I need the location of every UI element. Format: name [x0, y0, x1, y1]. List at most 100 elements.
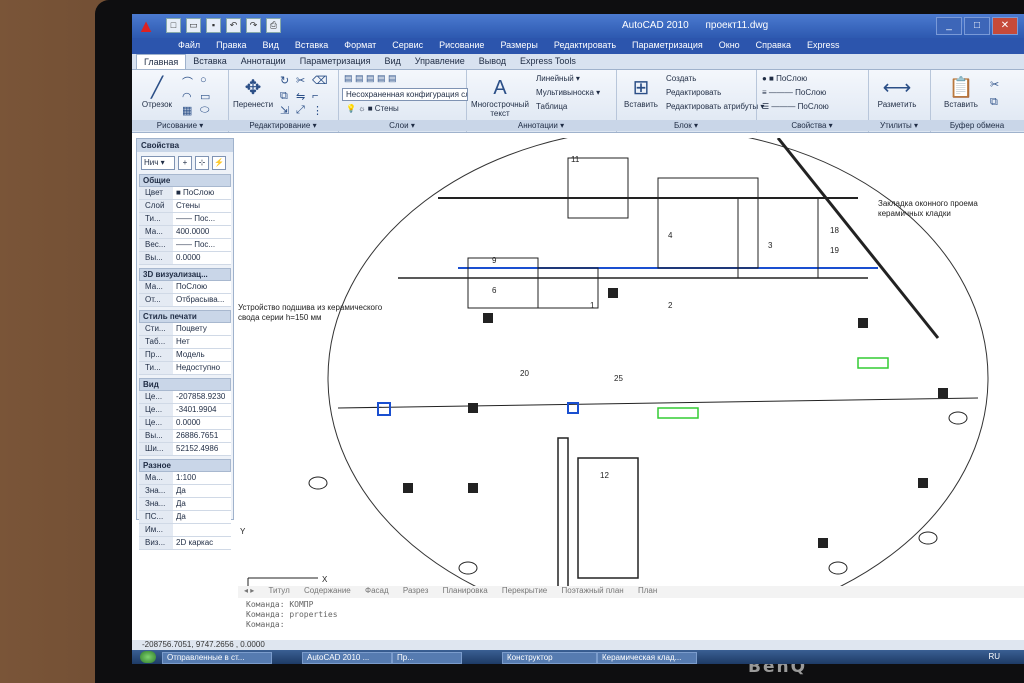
insert-block-button[interactable]: ⊞ Вставить	[618, 76, 664, 109]
cut-icon[interactable]: ✂	[990, 78, 999, 91]
layout-tab-3[interactable]: Фасад	[359, 586, 395, 595]
menu-express[interactable]: Express	[799, 38, 848, 54]
color-dropdown[interactable]: ● ■ ПоСлою	[762, 74, 807, 83]
copy-icon[interactable]: ⧉	[280, 90, 288, 103]
layer-state-dropdown[interactable]: Несохраненная конфигурация сл ▾	[342, 88, 468, 101]
property-row[interactable]: От... Отбрасыва...	[139, 294, 231, 307]
menu-window[interactable]: Окно	[711, 38, 748, 54]
tab-home[interactable]: Главная	[136, 54, 187, 69]
erase-icon[interactable]: ⌫	[312, 74, 328, 87]
property-row[interactable]: Ти... Недоступно	[139, 362, 231, 375]
mtext-button[interactable]: A Многострочный текст	[468, 76, 532, 118]
menu-insert[interactable]: Вставка	[287, 38, 336, 54]
property-value[interactable]: Стены	[173, 200, 231, 212]
property-row[interactable]: Ма... ПоСлою	[139, 281, 231, 294]
copy-clip-icon[interactable]: ⧉	[990, 96, 998, 109]
new-file-icon[interactable]: □	[166, 18, 181, 33]
panel-layers-title[interactable]: Слои ▾	[338, 120, 466, 131]
property-value[interactable]: -207858.9230	[173, 391, 231, 403]
property-row[interactable]: ПС... Да	[139, 511, 231, 524]
property-value[interactable]	[173, 524, 231, 536]
select-objects-icon[interactable]: ⊹	[195, 156, 209, 170]
properties-section-title[interactable]: 3D визуализац...	[139, 268, 231, 281]
property-value[interactable]: Да	[173, 511, 231, 523]
layer-tools-icon[interactable]: ▤ ▤ ▤ ▤ ▤	[344, 73, 397, 84]
taskbar-item-4[interactable]: Конструктор	[502, 652, 597, 664]
property-value[interactable]: Модель	[173, 349, 231, 361]
property-row[interactable]: Пр... Модель	[139, 349, 231, 362]
properties-section-title[interactable]: Вид	[139, 378, 231, 391]
panel-draw-title[interactable]: Рисование ▾	[132, 120, 228, 131]
stretch-icon[interactable]: ⇲	[280, 104, 289, 117]
menu-dimension[interactable]: Размеры	[492, 38, 545, 54]
property-row[interactable]: Вы... 26886.7651	[139, 430, 231, 443]
hatch-icon[interactable]: ▦	[182, 104, 192, 117]
tab-view[interactable]: Вид	[377, 54, 407, 69]
property-row[interactable]: Ши... 52152.4986	[139, 443, 231, 456]
layout-tab-6[interactable]: Перекрытие	[496, 586, 553, 595]
measure-button[interactable]: ⟷ Разметить	[874, 76, 920, 109]
rotate-icon[interactable]: ↻	[280, 74, 289, 87]
menu-modify[interactable]: Редактировать	[546, 38, 624, 54]
property-row[interactable]: Им...	[139, 524, 231, 537]
property-value[interactable]: —— Пос...	[173, 213, 231, 225]
quick-select-icon[interactable]: ⚡	[212, 156, 226, 170]
property-value[interactable]: ■ ПоСлою	[173, 187, 231, 199]
rectangle-icon[interactable]: ▭	[200, 90, 210, 103]
scale-icon[interactable]: ⤢	[296, 104, 305, 117]
layout-tab-1[interactable]: Титул	[263, 586, 296, 595]
property-value[interactable]: 1:100	[173, 472, 231, 484]
save-icon[interactable]: ▪	[206, 18, 221, 33]
linetype-dropdown[interactable]: ≡ ——— ПоСлою	[762, 88, 826, 97]
property-value[interactable]: 2D каркас	[173, 537, 231, 549]
tab-express-tools[interactable]: Express Tools	[513, 54, 583, 69]
start-button[interactable]	[140, 651, 156, 663]
layout-tab-7[interactable]: Поэтажный план	[556, 586, 630, 595]
create-block-button[interactable]: Создать	[666, 74, 696, 83]
property-value[interactable]: ПоСлою	[173, 281, 231, 293]
property-row[interactable]: Цвет ■ ПоСлою	[139, 187, 231, 200]
property-row[interactable]: Вес... —— Пос...	[139, 239, 231, 252]
panel-block-title[interactable]: Блок ▾	[616, 120, 756, 131]
menu-view[interactable]: Вид	[255, 38, 287, 54]
property-value[interactable]: 0.0000	[173, 417, 231, 429]
property-row[interactable]: Зна... Да	[139, 485, 231, 498]
tab-output[interactable]: Вывод	[472, 54, 513, 69]
current-layer-dropdown[interactable]: 💡 ☼ ■ Стены	[346, 104, 399, 113]
open-file-icon[interactable]: ▭	[186, 18, 201, 33]
property-value[interactable]: Поцвету	[173, 323, 231, 335]
properties-section-title[interactable]: Стиль печати	[139, 310, 231, 323]
command-prompt[interactable]: Команда:	[238, 620, 1024, 630]
property-value[interactable]: -3401.9904	[173, 404, 231, 416]
menu-format[interactable]: Формат	[336, 38, 384, 54]
layout-tab-8[interactable]: План	[632, 586, 663, 595]
property-value[interactable]: 26886.7651	[173, 430, 231, 442]
property-value[interactable]: Да	[173, 485, 231, 497]
circle-icon[interactable]: ○	[200, 74, 207, 86]
property-row[interactable]: Виз... 2D каркас	[139, 537, 231, 550]
panel-properties-title[interactable]: Свойства ▾	[756, 120, 868, 131]
property-row[interactable]: Це... -207858.9230	[139, 391, 231, 404]
property-value[interactable]: Да	[173, 498, 231, 510]
edit-block-button[interactable]: Редактировать	[666, 88, 721, 97]
drawing-canvas[interactable]: Закладка оконного проема керамичных клад…	[238, 127, 1024, 629]
move-button[interactable]: ✥ Перенести	[230, 76, 276, 109]
ellipse-icon[interactable]: ⬭	[200, 104, 209, 117]
layout-tab-4[interactable]: Разрез	[397, 586, 435, 595]
trim-icon[interactable]: ✂	[296, 74, 305, 87]
mirror-icon[interactable]: ⇋	[296, 90, 305, 103]
properties-section-title[interactable]: Разное	[139, 459, 231, 472]
property-row[interactable]: Сти... Поцвету	[139, 323, 231, 336]
multileader-button[interactable]: Мультивыноска ▾	[536, 88, 600, 97]
tab-annotate[interactable]: Аннотации	[234, 54, 293, 69]
panel-annotation-title[interactable]: Аннотации ▾	[466, 120, 616, 131]
property-row[interactable]: Слой Стены	[139, 200, 231, 213]
property-value[interactable]: Недоступно	[173, 362, 231, 374]
property-value[interactable]: 0.0000	[173, 252, 231, 264]
taskbar-item-2[interactable]: AutoCAD 2010 ...	[302, 652, 392, 664]
panel-clipboard-title[interactable]: Буфер обмена	[930, 120, 1024, 131]
layout-tab-5[interactable]: Планировка	[437, 586, 494, 595]
tab-insert[interactable]: Вставка	[186, 54, 233, 69]
tab-parametric[interactable]: Параметризация	[293, 54, 378, 69]
fillet-icon[interactable]: ⌐	[312, 90, 318, 102]
